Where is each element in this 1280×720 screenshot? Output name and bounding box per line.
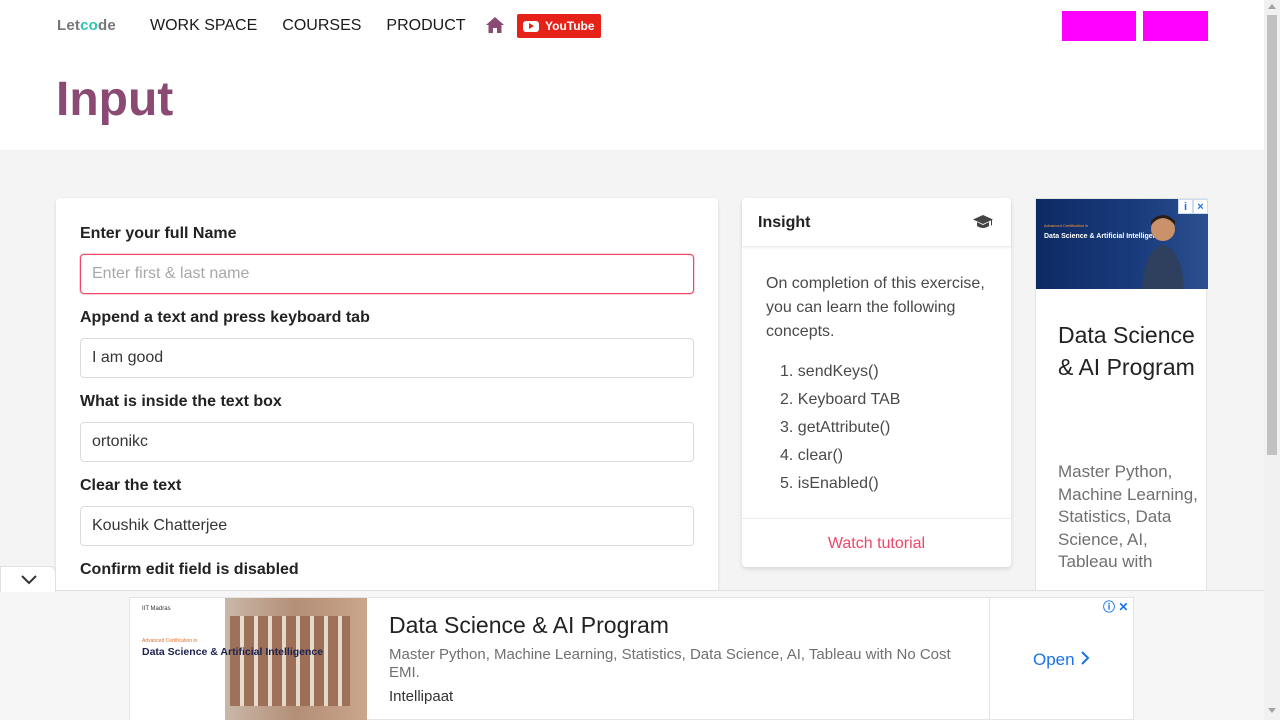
bottom-ad-image[interactable]: IIT Madras Advanced Certification in Dat… xyxy=(130,598,367,720)
concept-item: 4. clear() xyxy=(780,447,844,464)
bottom-ad-description: Master Python, Machine Learning, Statist… xyxy=(389,646,951,681)
header: Letcode WORK SPACE COURSES PRODUCT YouTu… xyxy=(0,0,1264,150)
ad-info-icon[interactable]: ⓘ xyxy=(1103,600,1115,614)
ad-choices[interactable]: i × xyxy=(1178,199,1208,214)
magenta-button-2[interactable] xyxy=(1143,11,1208,41)
bottom-ad-choices[interactable]: ⓘ ✕ xyxy=(1103,598,1128,615)
concept-item: 1. sendKeys() xyxy=(780,363,879,380)
ad-close-icon[interactable]: × xyxy=(1193,199,1208,214)
concepts-list: 1. sendKeys() 2. Keyboard TAB 3. getAttr… xyxy=(780,358,900,498)
input-form-card: Enter your full Name Append a text and p… xyxy=(56,198,718,598)
nav-courses[interactable]: COURSES xyxy=(282,17,361,35)
side-ad-description: Master Python, Machine Learning, Statist… xyxy=(1058,462,1198,571)
nav-product[interactable]: PRODUCT xyxy=(386,17,465,35)
watch-tutorial-link[interactable]: Watch tutorial xyxy=(742,535,1011,553)
logo-part-de: de xyxy=(98,17,116,34)
side-ad-title[interactable]: Data Science & AI Program xyxy=(1058,319,1198,383)
side-ad[interactable]: Advanced Certification in Data Science &… xyxy=(1035,198,1208,598)
inside-textbox-label: What is inside the text box xyxy=(80,393,282,410)
concept-item: 3. getAttribute() xyxy=(780,419,891,436)
concept-item: 5. isEnabled() xyxy=(780,475,879,492)
clear-text-input[interactable] xyxy=(80,506,694,546)
scrollbar-thumb[interactable] xyxy=(1267,15,1277,455)
home-icon[interactable] xyxy=(485,16,505,34)
chevron-down-icon xyxy=(21,575,37,585)
bottom-ad-title[interactable]: Data Science & AI Program xyxy=(389,612,669,639)
youtube-button[interactable]: YouTube xyxy=(517,14,601,38)
youtube-label: YouTube xyxy=(545,19,595,33)
bottom-ad-open-button[interactable]: Open xyxy=(989,598,1134,720)
logo-part-co: co xyxy=(80,17,99,34)
insight-title: Insight xyxy=(758,214,811,231)
open-label: Open xyxy=(1033,650,1075,669)
concept-item: 2. Keyboard TAB xyxy=(780,391,901,408)
graduation-cap-icon xyxy=(973,215,993,228)
building-photo xyxy=(230,616,350,706)
person-photo xyxy=(1142,215,1184,289)
inside-textbox-input[interactable] xyxy=(80,422,694,462)
append-text-input[interactable] xyxy=(80,338,694,378)
insight-header: Insight xyxy=(742,198,1011,247)
chevron-right-icon xyxy=(1081,651,1090,665)
youtube-play-icon xyxy=(523,20,539,32)
magenta-button-1[interactable] xyxy=(1062,11,1136,41)
nav-workspace[interactable]: WORK SPACE xyxy=(150,17,257,35)
side-ad-image-cert: Advanced Certification in xyxy=(1044,223,1089,228)
side-ad-image[interactable]: Advanced Certification in Data Science &… xyxy=(1036,199,1208,289)
ad-close-icon[interactable]: ✕ xyxy=(1118,600,1128,614)
scroll-down-icon[interactable] xyxy=(1268,708,1276,713)
insight-footer: Watch tutorial xyxy=(742,518,1011,567)
bottom-ad[interactable]: IIT Madras Advanced Certification in Dat… xyxy=(129,597,1134,720)
collapse-ad-button[interactable] xyxy=(0,566,56,592)
page-scrollbar[interactable] xyxy=(1264,0,1280,720)
full-name-input[interactable] xyxy=(80,254,694,294)
bottom-ad-image-cert: Advanced Certification in xyxy=(142,638,198,644)
full-name-label: Enter your full Name xyxy=(80,225,237,242)
ad-info-icon[interactable]: i xyxy=(1178,199,1193,214)
clear-text-label: Clear the text xyxy=(80,477,182,494)
insight-card: Insight On completion of this exercise, … xyxy=(742,198,1011,567)
insight-intro: On completion of this exercise, you can … xyxy=(766,275,985,340)
bottom-ad-brand: Intellipaat xyxy=(389,688,454,705)
page-title: Input xyxy=(56,73,174,126)
letcode-logo[interactable]: Letcode xyxy=(57,17,116,34)
main-nav: WORK SPACE COURSES PRODUCT xyxy=(150,17,491,35)
scroll-up-icon[interactable] xyxy=(1268,4,1276,9)
bottom-ad-image-logo: IIT Madras xyxy=(142,606,171,612)
bottom-ad-image-heading: Data Science & Artificial Intelligence xyxy=(142,646,324,658)
append-text-label: Append a text and press keyboard tab xyxy=(80,309,370,326)
logo-part-let: Let xyxy=(57,17,81,34)
disabled-field-label: Confirm edit field is disabled xyxy=(80,561,299,578)
